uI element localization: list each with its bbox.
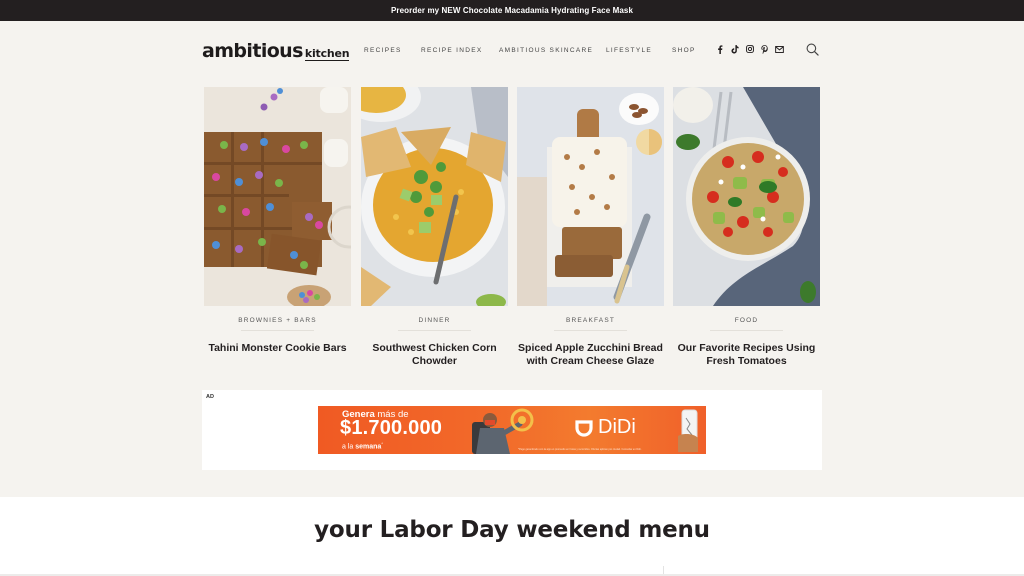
recipe-title[interactable]: Our Favorite Recipes Using Fresh Tomatoe… <box>667 342 826 368</box>
logo-secondary: kitchen <box>304 47 350 61</box>
divider <box>398 330 471 331</box>
didi-logo-icon <box>575 419 593 437</box>
recipe-image[interactable] <box>204 87 351 306</box>
ad-subline: a la semana* <box>342 441 383 450</box>
nav-shop[interactable]: SHOP <box>672 47 696 54</box>
recipe-card[interactable]: DINNER Southwest Chicken Corn Chowder <box>361 87 508 367</box>
ad-container: AD Genera más de $1.700.000 a la semana*… <box>202 390 822 470</box>
divider <box>663 566 664 574</box>
recipe-category[interactable]: FOOD <box>673 317 820 324</box>
ad-sub-bold: semana <box>355 443 382 451</box>
pinterest-icon[interactable] <box>760 44 769 54</box>
recipe-card[interactable]: FOOD Our Favorite Recipes Using Fresh To… <box>673 87 820 367</box>
nav-recipe-index[interactable]: RECIPE INDEX <box>421 47 482 54</box>
nav-ambitious-skincare[interactable]: AMBITIOUS SKINCARE <box>499 47 593 54</box>
divider <box>554 330 627 331</box>
nav-recipes[interactable]: RECIPES <box>364 47 402 54</box>
site-header: ambitious kitchen RECIPES RECIPE INDEX A… <box>0 21 1024 81</box>
email-icon[interactable] <box>775 44 784 54</box>
ad-label: AD <box>206 394 214 400</box>
recipe-image[interactable] <box>517 87 664 306</box>
divider <box>710 330 783 331</box>
facebook-icon[interactable] <box>715 44 724 54</box>
featured-section: your Labor Day weekend menu <box>0 497 1024 576</box>
ad-brand: DiDi <box>574 416 636 439</box>
promo-text[interactable]: Preorder my NEW Chocolate Macadamia Hydr… <box>391 6 633 15</box>
recipe-card[interactable]: BROWNIES + BARS Tahini Monster Cookie Ba… <box>204 87 351 354</box>
tiktok-icon[interactable] <box>730 44 739 54</box>
recipe-card[interactable]: BREAKFAST Spiced Apple Zucchini Bread wi… <box>517 87 664 367</box>
ad-banner[interactable]: Genera más de $1.700.000 a la semana* Di… <box>318 406 706 454</box>
recipe-category[interactable]: BROWNIES + BARS <box>204 317 351 324</box>
social-links <box>715 44 784 54</box>
recipe-image[interactable] <box>361 87 508 306</box>
logo-primary: ambitious <box>202 40 303 62</box>
instagram-icon[interactable] <box>745 44 754 54</box>
recipe-category[interactable]: BREAKFAST <box>517 317 664 324</box>
recipe-title[interactable]: Spiced Apple Zucchini Bread with Cream C… <box>511 342 670 368</box>
ad-sub-normal: a la <box>342 443 356 451</box>
ad-brand-name: DiDi <box>598 416 636 438</box>
ad-fine-print: *Pago garantizado con la app en promedio… <box>518 448 642 451</box>
divider <box>241 330 314 331</box>
promo-bar[interactable]: Preorder my NEW Chocolate Macadamia Hydr… <box>0 0 1024 21</box>
ad-phone-illustration <box>678 409 698 452</box>
ad-person-illustration <box>472 408 534 454</box>
recipe-category[interactable]: DINNER <box>361 317 508 324</box>
ad-sub-mark: * <box>381 441 383 446</box>
recipe-title[interactable]: Tahini Monster Cookie Bars <box>198 342 357 355</box>
search-icon[interactable] <box>806 43 820 57</box>
ad-amount: $1.700.000 <box>340 417 443 439</box>
section-heading: your Labor Day weekend menu <box>314 517 710 543</box>
nav-lifestyle[interactable]: LIFESTYLE <box>606 47 652 54</box>
recipe-title[interactable]: Southwest Chicken Corn Chowder <box>355 342 514 368</box>
recipe-image[interactable] <box>673 87 820 306</box>
site-logo[interactable]: ambitious kitchen <box>202 40 350 62</box>
